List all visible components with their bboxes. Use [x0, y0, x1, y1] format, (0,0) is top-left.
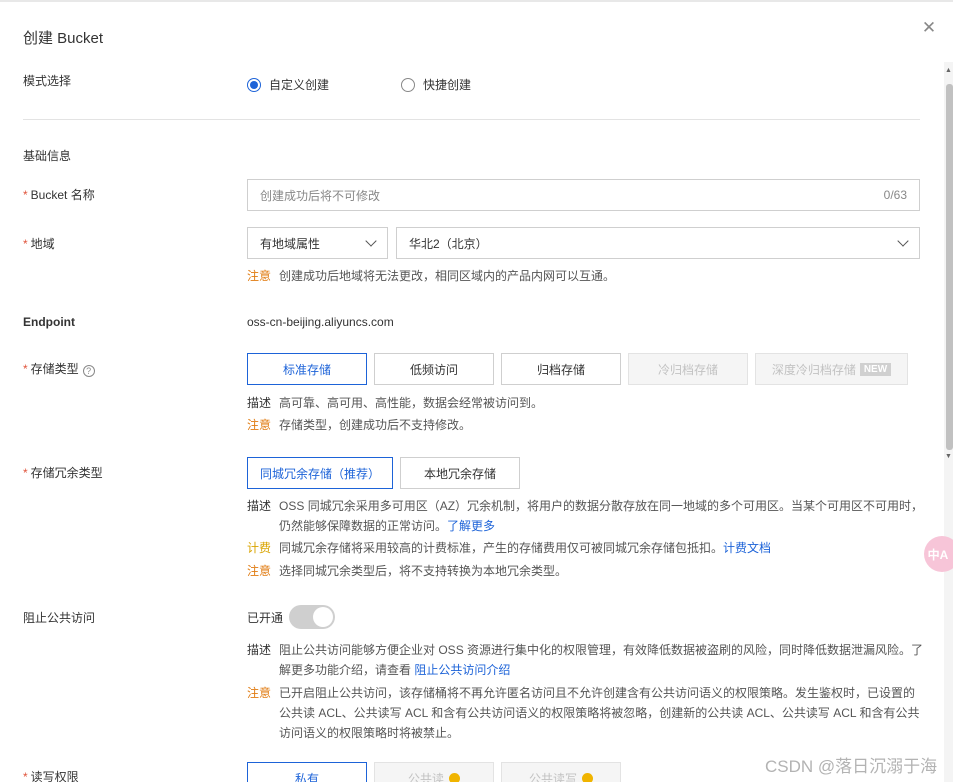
region-select[interactable]: 华北2（北京）	[396, 227, 920, 259]
endpoint-label: Endpoint	[23, 315, 75, 329]
public-access-note: 注意 已开启阻止公共访问，该存储桶将不再允许匿名访问且不允许创建含有公共访问语义的…	[247, 683, 927, 743]
new-badge: NEW	[859, 362, 892, 376]
top-divider	[0, 0, 953, 2]
storage-cold-archive-button: 冷归档存储	[628, 353, 748, 385]
radio-label: 快捷创建	[423, 78, 472, 92]
learn-more-link[interactable]: 了解更多	[447, 519, 495, 533]
acl-public-read-button: 公共读	[374, 762, 494, 782]
required-mark: *	[23, 770, 28, 782]
note-text-1: 已开启阻止公共访问，该存储桶将不再允许匿名访问且不允许创建含有公共访问语义的权限…	[279, 686, 916, 700]
page-title: 创建 Bucket	[23, 30, 104, 47]
storage-standard-button[interactable]: 标准存储	[247, 353, 367, 385]
note-tag: 注意	[247, 686, 272, 700]
region-note: 注意 创建成功后地域将无法更改，相同区域内的产品内网可以互通。	[247, 266, 615, 286]
warning-icon	[582, 772, 593, 782]
bucket-name-placeholder: 创建成功后将不可修改	[260, 188, 381, 203]
note-tag: 注意	[247, 418, 272, 432]
required-mark: *	[23, 237, 28, 251]
redundancy-zrs-button[interactable]: 同城冗余存储（推荐）	[247, 457, 393, 489]
endpoint-value: oss-cn-beijing.aliyuncs.com	[247, 315, 394, 329]
acl-label-text: 读写权限	[30, 770, 79, 782]
bucket-name-input[interactable]: 创建成功后将不可修改 0/63	[247, 179, 920, 211]
desc-text-2: 仍然能够保障数据的正常访问。	[279, 519, 448, 533]
storage-type-label-text: 存储类型	[30, 362, 79, 376]
close-icon[interactable]: ✕	[921, 19, 937, 36]
watermark: CSDN @落日沉溺于海	[765, 757, 938, 776]
region-label: * 地域	[23, 235, 55, 252]
storage-archive-button[interactable]: 归档存储	[501, 353, 621, 385]
desc-text-1: OSS 同城冗余采用多可用区（AZ）冗余机制，将用户的数据分散存放在同一地域的多…	[279, 499, 924, 513]
radio-label: 自定义创建	[269, 78, 330, 92]
public-access-label: 阻止公共访问	[23, 611, 96, 625]
scroll-up-icon[interactable]: ▲	[944, 66, 953, 75]
toggle-status: 已开通	[247, 610, 284, 625]
redundancy-desc: 描述 OSS 同城冗余采用多可用区（AZ）冗余机制，将用户的数据分散存放在同一地域…	[247, 496, 927, 536]
bucket-name-label-text: Bucket 名称	[30, 188, 95, 202]
warning-icon	[449, 772, 460, 782]
radio-unchecked-icon	[401, 77, 415, 92]
help-icon[interactable]: ?	[82, 365, 95, 377]
public-access-desc: 描述 阻止公共访问能够方便企业对 OSS 资源进行集中化的权限管理，有效降低数据被…	[247, 640, 927, 680]
desc-tag: 描述	[247, 499, 272, 513]
region-label-text: 地域	[30, 237, 55, 251]
floating-assistant-button[interactable]: 中A	[924, 536, 953, 572]
button-label: 深度冷归档存储	[771, 362, 856, 377]
fee-tag: 计费	[247, 541, 272, 555]
note-text-2: 公共读 ACL、公共读写 ACL 和含有公共访问语义的权限策略将被忽略，创建新的…	[279, 706, 920, 720]
redundancy-lrs-button[interactable]: 本地冗余存储	[400, 457, 520, 489]
note-text: 存储类型，创建成功后不支持修改。	[279, 418, 472, 432]
public-access-toggle-group: 已开通	[247, 605, 336, 629]
section-title-basic: 基础信息	[23, 149, 72, 163]
acl-private-button[interactable]: 私有	[247, 762, 367, 782]
public-access-intro-link[interactable]: 阻止公共访问介绍	[414, 663, 510, 677]
button-label: 公共读写	[528, 771, 577, 782]
storage-deep-cold-archive-button: 深度冷归档存储 NEW	[755, 353, 908, 385]
note-text-3: 访问语义的权限策略时将被禁止。	[279, 726, 460, 740]
desc-tag: 描述	[247, 396, 272, 410]
required-mark: *	[23, 362, 28, 376]
scrollbar-thumb[interactable]	[946, 84, 953, 450]
char-counter: 0/63	[883, 188, 907, 202]
redundancy-label: * 存储冗余类型	[23, 464, 103, 481]
scroll-down-icon[interactable]: ▼	[944, 452, 953, 461]
chevron-down-icon	[897, 235, 909, 247]
fee-text: 同城冗余存储将采用较高的计费标准，产生的存储费用仅可被同城冗余存储包抵扣。	[279, 541, 724, 555]
note-tag: 注意	[247, 564, 272, 578]
desc-text-2: 解更多功能介绍，请查看	[279, 663, 412, 677]
select-value: 华北2（北京）	[409, 236, 488, 251]
bucket-name-label: * Bucket 名称	[23, 186, 95, 203]
radio-custom-create[interactable]: 自定义创建	[247, 76, 329, 93]
redundancy-fee: 计费 同城冗余存储将采用较高的计费标准，产生的存储费用仅可被同城冗余存储包抵扣。计…	[247, 538, 771, 558]
desc-text: 高可靠、高可用、高性能，数据会经常被访问到。	[279, 396, 544, 410]
redundancy-label-text: 存储冗余类型	[30, 466, 103, 480]
note-text: 选择同城冗余类型后，将不支持转换为本地冗余类型。	[279, 564, 568, 578]
fee-doc-link[interactable]: 计费文档	[723, 541, 771, 555]
storage-desc: 描述 高可靠、高可用、高性能，数据会经常被访问到。	[247, 393, 543, 413]
acl-label: * 读写权限	[23, 768, 79, 782]
storage-type-label: * 存储类型?	[23, 360, 95, 377]
required-mark: *	[23, 466, 28, 480]
note-tag: 注意	[247, 269, 272, 283]
desc-tag: 描述	[247, 643, 272, 657]
note-text: 创建成功后地域将无法更改，相同区域内的产品内网可以互通。	[279, 269, 616, 283]
select-value: 有地域属性	[260, 236, 321, 251]
desc-text-1: 阻止公共访问能够方便企业对 OSS 资源进行集中化的权限管理，有效降低数据被盗刷…	[279, 643, 924, 657]
storage-ia-button[interactable]: 低频访问	[374, 353, 494, 385]
region-attribute-select[interactable]: 有地域属性	[247, 227, 388, 259]
button-label: 公共读	[407, 771, 444, 782]
redundancy-note: 注意 选择同城冗余类型后，将不支持转换为本地冗余类型。	[247, 561, 567, 581]
required-mark: *	[23, 188, 28, 202]
mode-label: 模式选择	[23, 74, 72, 88]
section-divider	[23, 119, 920, 120]
chevron-down-icon	[365, 235, 377, 247]
acl-public-read-write-button: 公共读写	[501, 762, 621, 782]
radio-quick-create[interactable]: 快捷创建	[401, 76, 471, 93]
radio-checked-icon	[247, 77, 261, 92]
storage-note: 注意 存储类型，创建成功后不支持修改。	[247, 415, 471, 435]
public-access-toggle[interactable]	[289, 605, 336, 629]
